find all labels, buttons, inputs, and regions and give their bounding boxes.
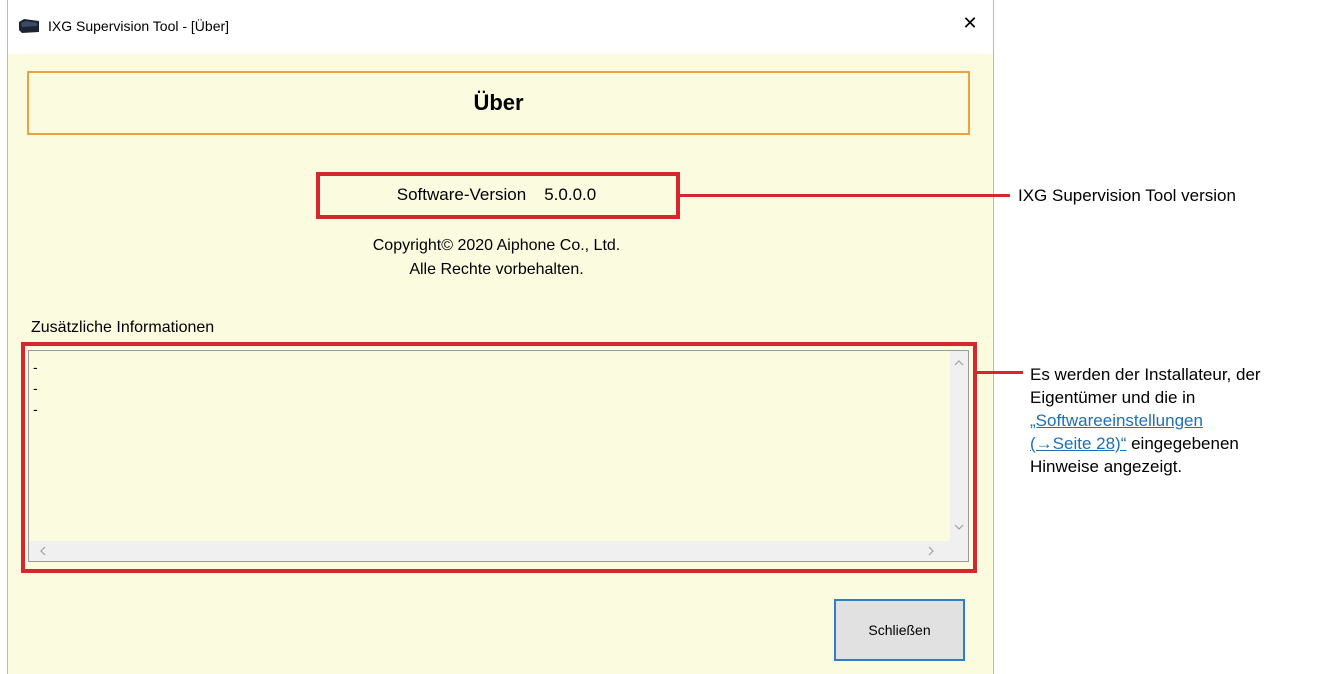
info-callout-line2: Eigentümer und die in xyxy=(1030,388,1196,407)
dialog-title: Über xyxy=(473,90,524,115)
info-callout-line xyxy=(977,371,1023,374)
title-bar: IXG Supervision Tool - [Über] ✕ xyxy=(8,0,993,54)
version-callout-line xyxy=(680,194,1010,197)
app-icon xyxy=(19,19,39,33)
info-callout-line1: Es werden der Installateur, der xyxy=(1030,365,1261,384)
close-dialog-button[interactable]: Schließen xyxy=(834,599,965,661)
window-close-button[interactable]: ✕ xyxy=(947,0,993,46)
close-icon: ✕ xyxy=(962,12,978,33)
info-highlight-box xyxy=(21,342,977,573)
version-callout-text: IXG Supervision Tool version xyxy=(1018,186,1236,205)
info-callout-text: Es werden der Installateur, der Eigentüm… xyxy=(1030,363,1330,478)
info-callout-after-link: eingegebenen xyxy=(1126,434,1239,453)
window-title: IXG Supervision Tool - [Über] xyxy=(48,18,230,34)
rights-reserved-text: Alle Rechte vorbehalten. xyxy=(409,261,584,278)
version-highlight-box xyxy=(316,172,680,219)
copyright-text: Copyright© 2020 Aiphone Co., Ltd. xyxy=(372,237,621,254)
info-callout-line5: Hinweise angezeigt. xyxy=(1030,457,1183,476)
dialog-header: Über xyxy=(27,71,970,135)
additional-info-label: Zusätzliche Informationen xyxy=(31,319,215,336)
